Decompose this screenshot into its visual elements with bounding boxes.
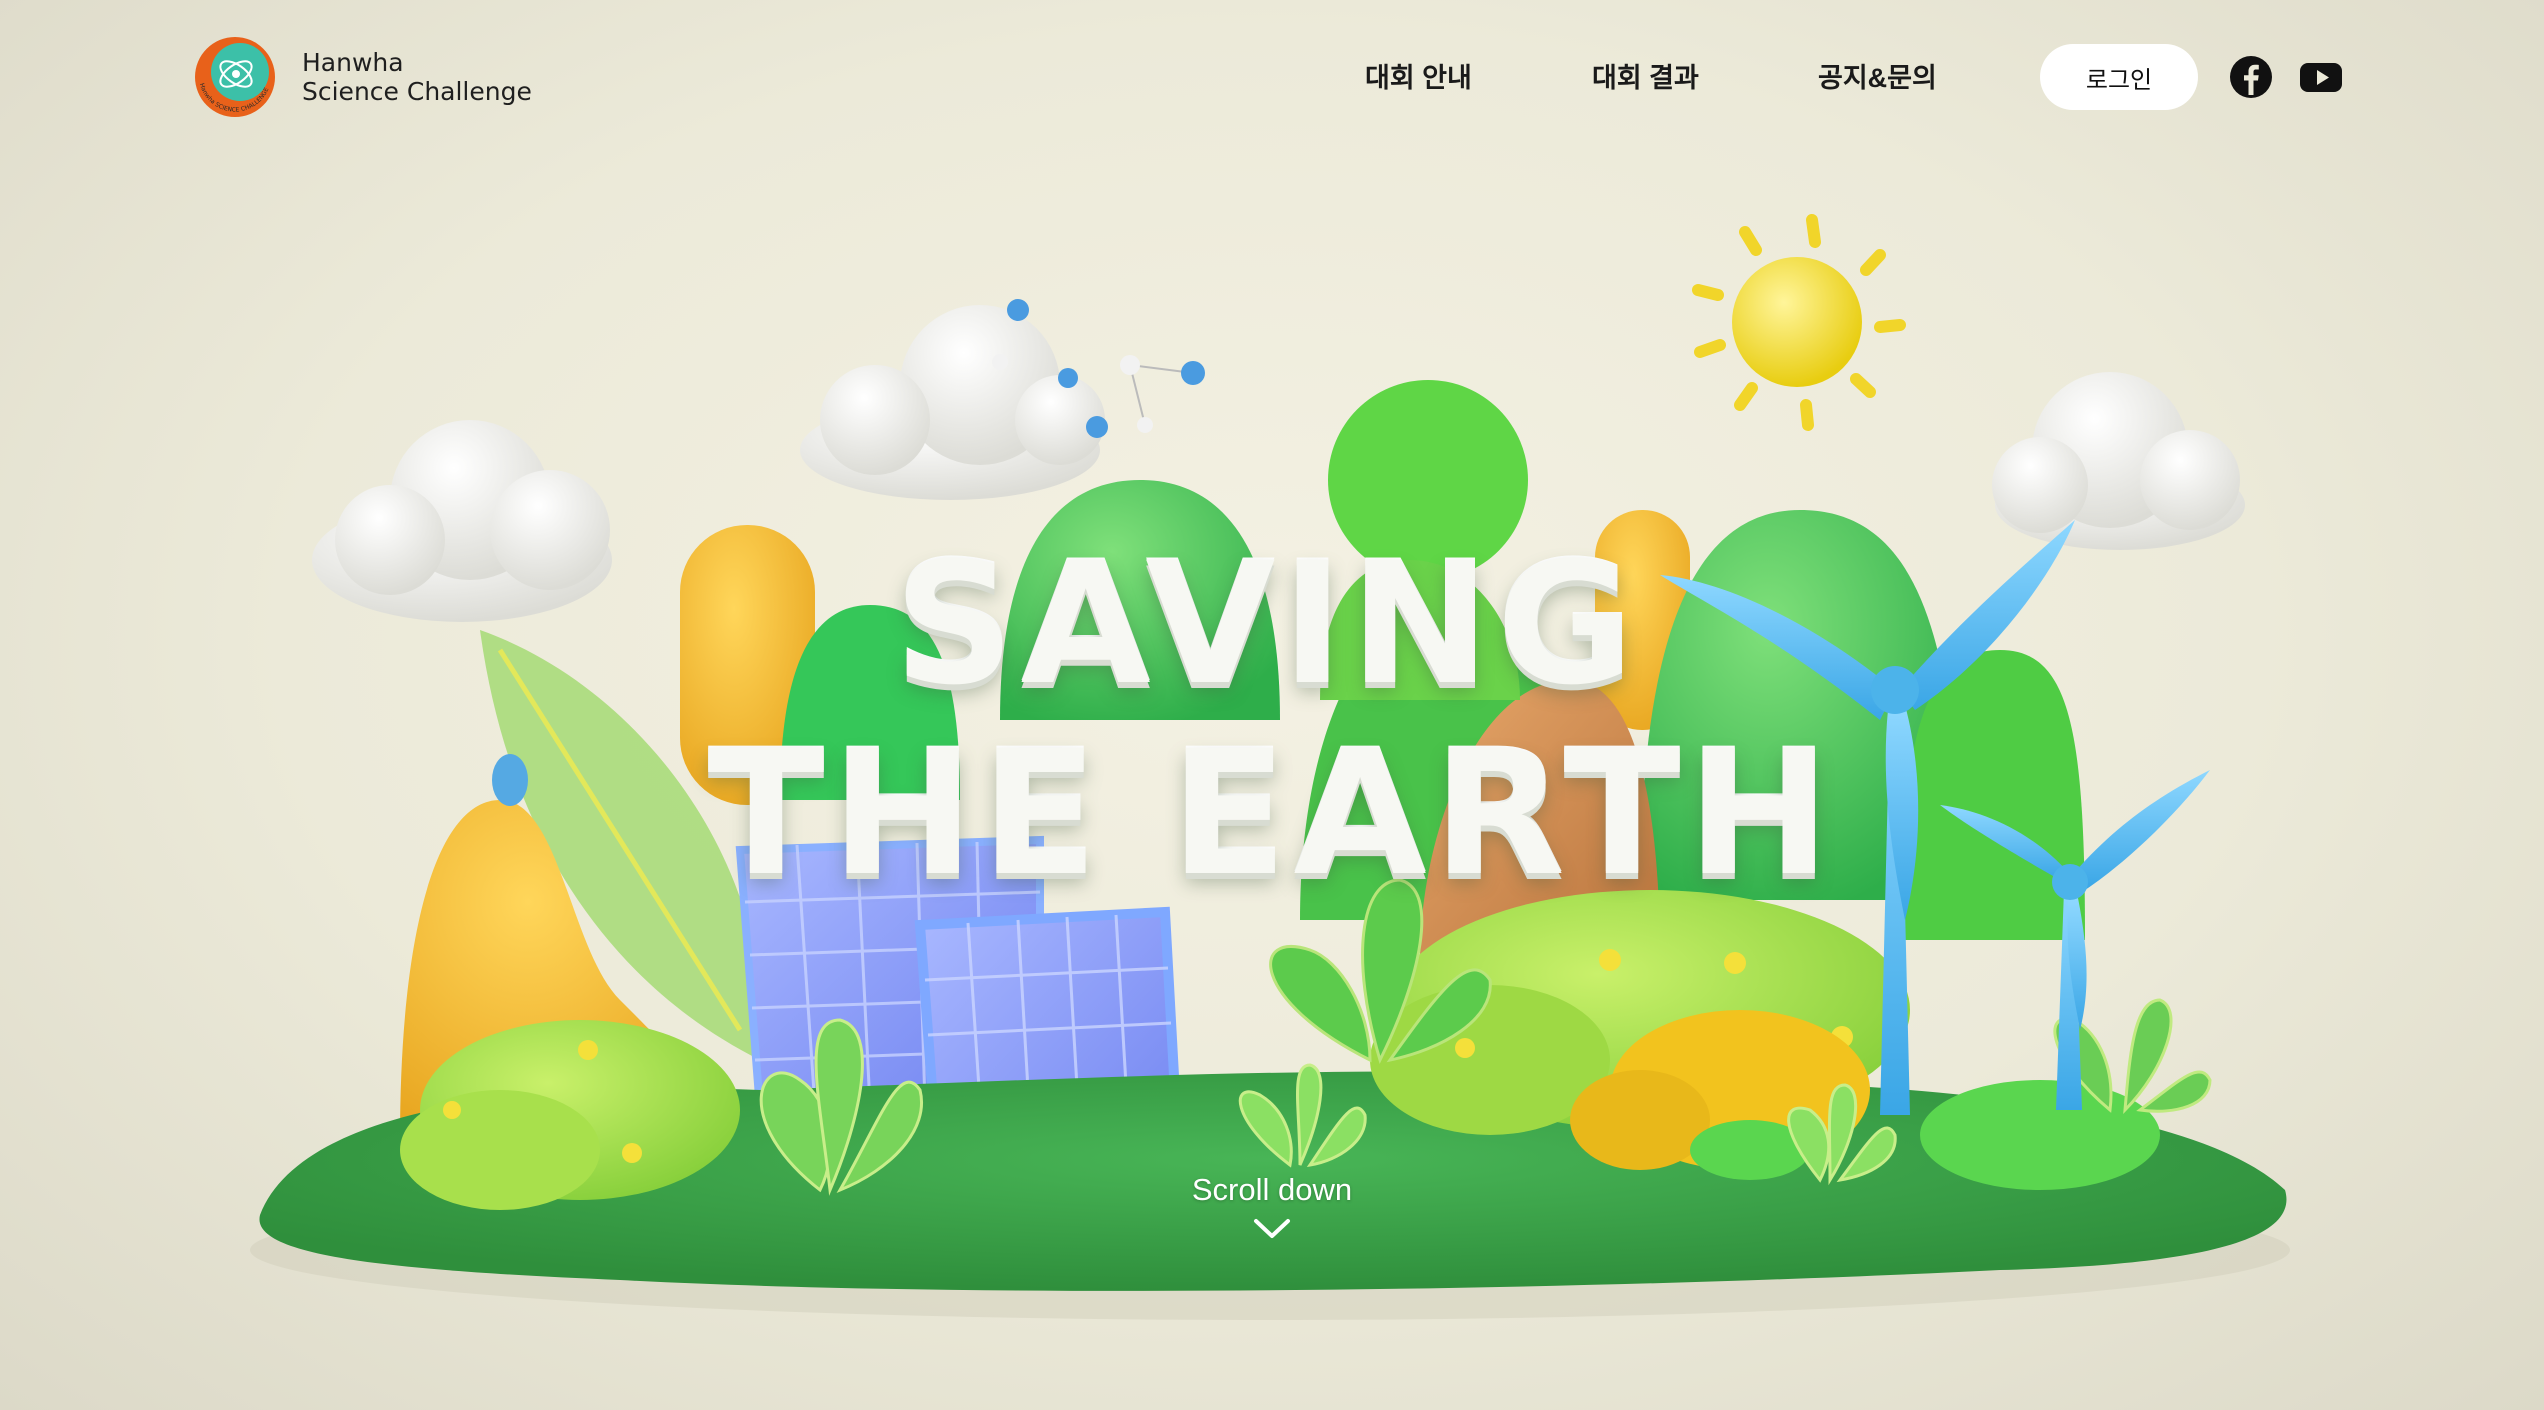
site-header: Hanwha SCIENCE CHALLENGE Hanwha Science … xyxy=(0,0,2544,160)
site-logo[interactable]: Hanwha SCIENCE CHALLENGE Hanwha Science … xyxy=(190,32,532,122)
brand-name: Hanwha Science Challenge xyxy=(302,48,532,106)
nav-item-notice-inquiry[interactable]: 공지&문의 xyxy=(1818,56,1937,95)
scroll-down-indicator[interactable]: Scroll down xyxy=(1172,1172,1372,1242)
hero-title-line2: THE EARTH xyxy=(707,713,1837,914)
nav-item-contest-results[interactable]: 대회 결과 xyxy=(1592,56,1699,95)
scroll-down-label: Scroll down xyxy=(1191,1172,1353,1207)
nav-item-contest-info[interactable]: 대회 안내 xyxy=(1365,56,1472,95)
logo-emblem: Hanwha SCIENCE CHALLENGE xyxy=(190,32,280,122)
hero-title: SAVING THE EARTH xyxy=(0,540,2544,900)
cloud xyxy=(1992,372,2245,550)
youtube-icon[interactable] xyxy=(2298,55,2344,99)
login-button[interactable]: 로그인 xyxy=(2040,44,2198,110)
chevron-down-icon xyxy=(1254,1219,1290,1238)
facebook-icon[interactable] xyxy=(2229,55,2273,99)
brand-name-line2: Science Challenge xyxy=(302,77,532,106)
brand-name-line1: Hanwha xyxy=(302,48,404,77)
cloud xyxy=(800,305,1105,500)
hero-title-line1: SAVING xyxy=(893,526,1641,722)
sun xyxy=(1692,214,1906,431)
